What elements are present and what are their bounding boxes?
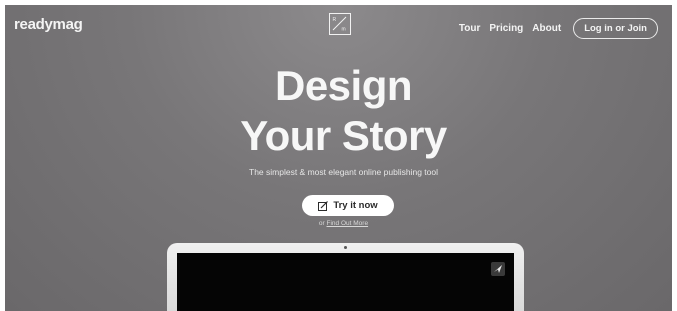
nav-tour[interactable]: Tour bbox=[459, 23, 480, 34]
hero-title: Design Your Story bbox=[5, 61, 672, 161]
camera-dot bbox=[344, 246, 347, 249]
find-out-more: or Find Out More bbox=[5, 220, 672, 227]
hero-title-line-2: Your Story bbox=[240, 112, 447, 159]
hero-title-line-1: Design bbox=[274, 62, 413, 109]
top-nav: Tour Pricing About Log in or Join bbox=[459, 18, 658, 39]
send-icon[interactable] bbox=[491, 262, 505, 276]
try-it-now-label: Try it now bbox=[333, 200, 378, 211]
nav-pricing[interactable]: Pricing bbox=[489, 23, 523, 34]
find-more-prefix: or bbox=[318, 220, 325, 227]
svg-text:m: m bbox=[342, 27, 346, 33]
nav-about[interactable]: About bbox=[532, 23, 561, 34]
try-it-now-button[interactable]: Try it now bbox=[302, 195, 394, 216]
laptop-screen bbox=[177, 253, 514, 311]
edit-icon bbox=[318, 200, 329, 211]
page-frame: readymag R m Tour Pricing About Log in o… bbox=[5, 5, 672, 311]
find-out-more-link[interactable]: Find Out More bbox=[327, 220, 369, 227]
svg-text:R: R bbox=[333, 17, 337, 23]
login-join-button[interactable]: Log in or Join bbox=[573, 18, 658, 39]
readymag-mark-icon[interactable]: R m bbox=[329, 13, 351, 35]
hero-subtitle: The simplest & most elegant online publi… bbox=[249, 167, 438, 177]
laptop-preview bbox=[167, 243, 524, 311]
readymag-logo[interactable]: readymag bbox=[14, 16, 83, 33]
